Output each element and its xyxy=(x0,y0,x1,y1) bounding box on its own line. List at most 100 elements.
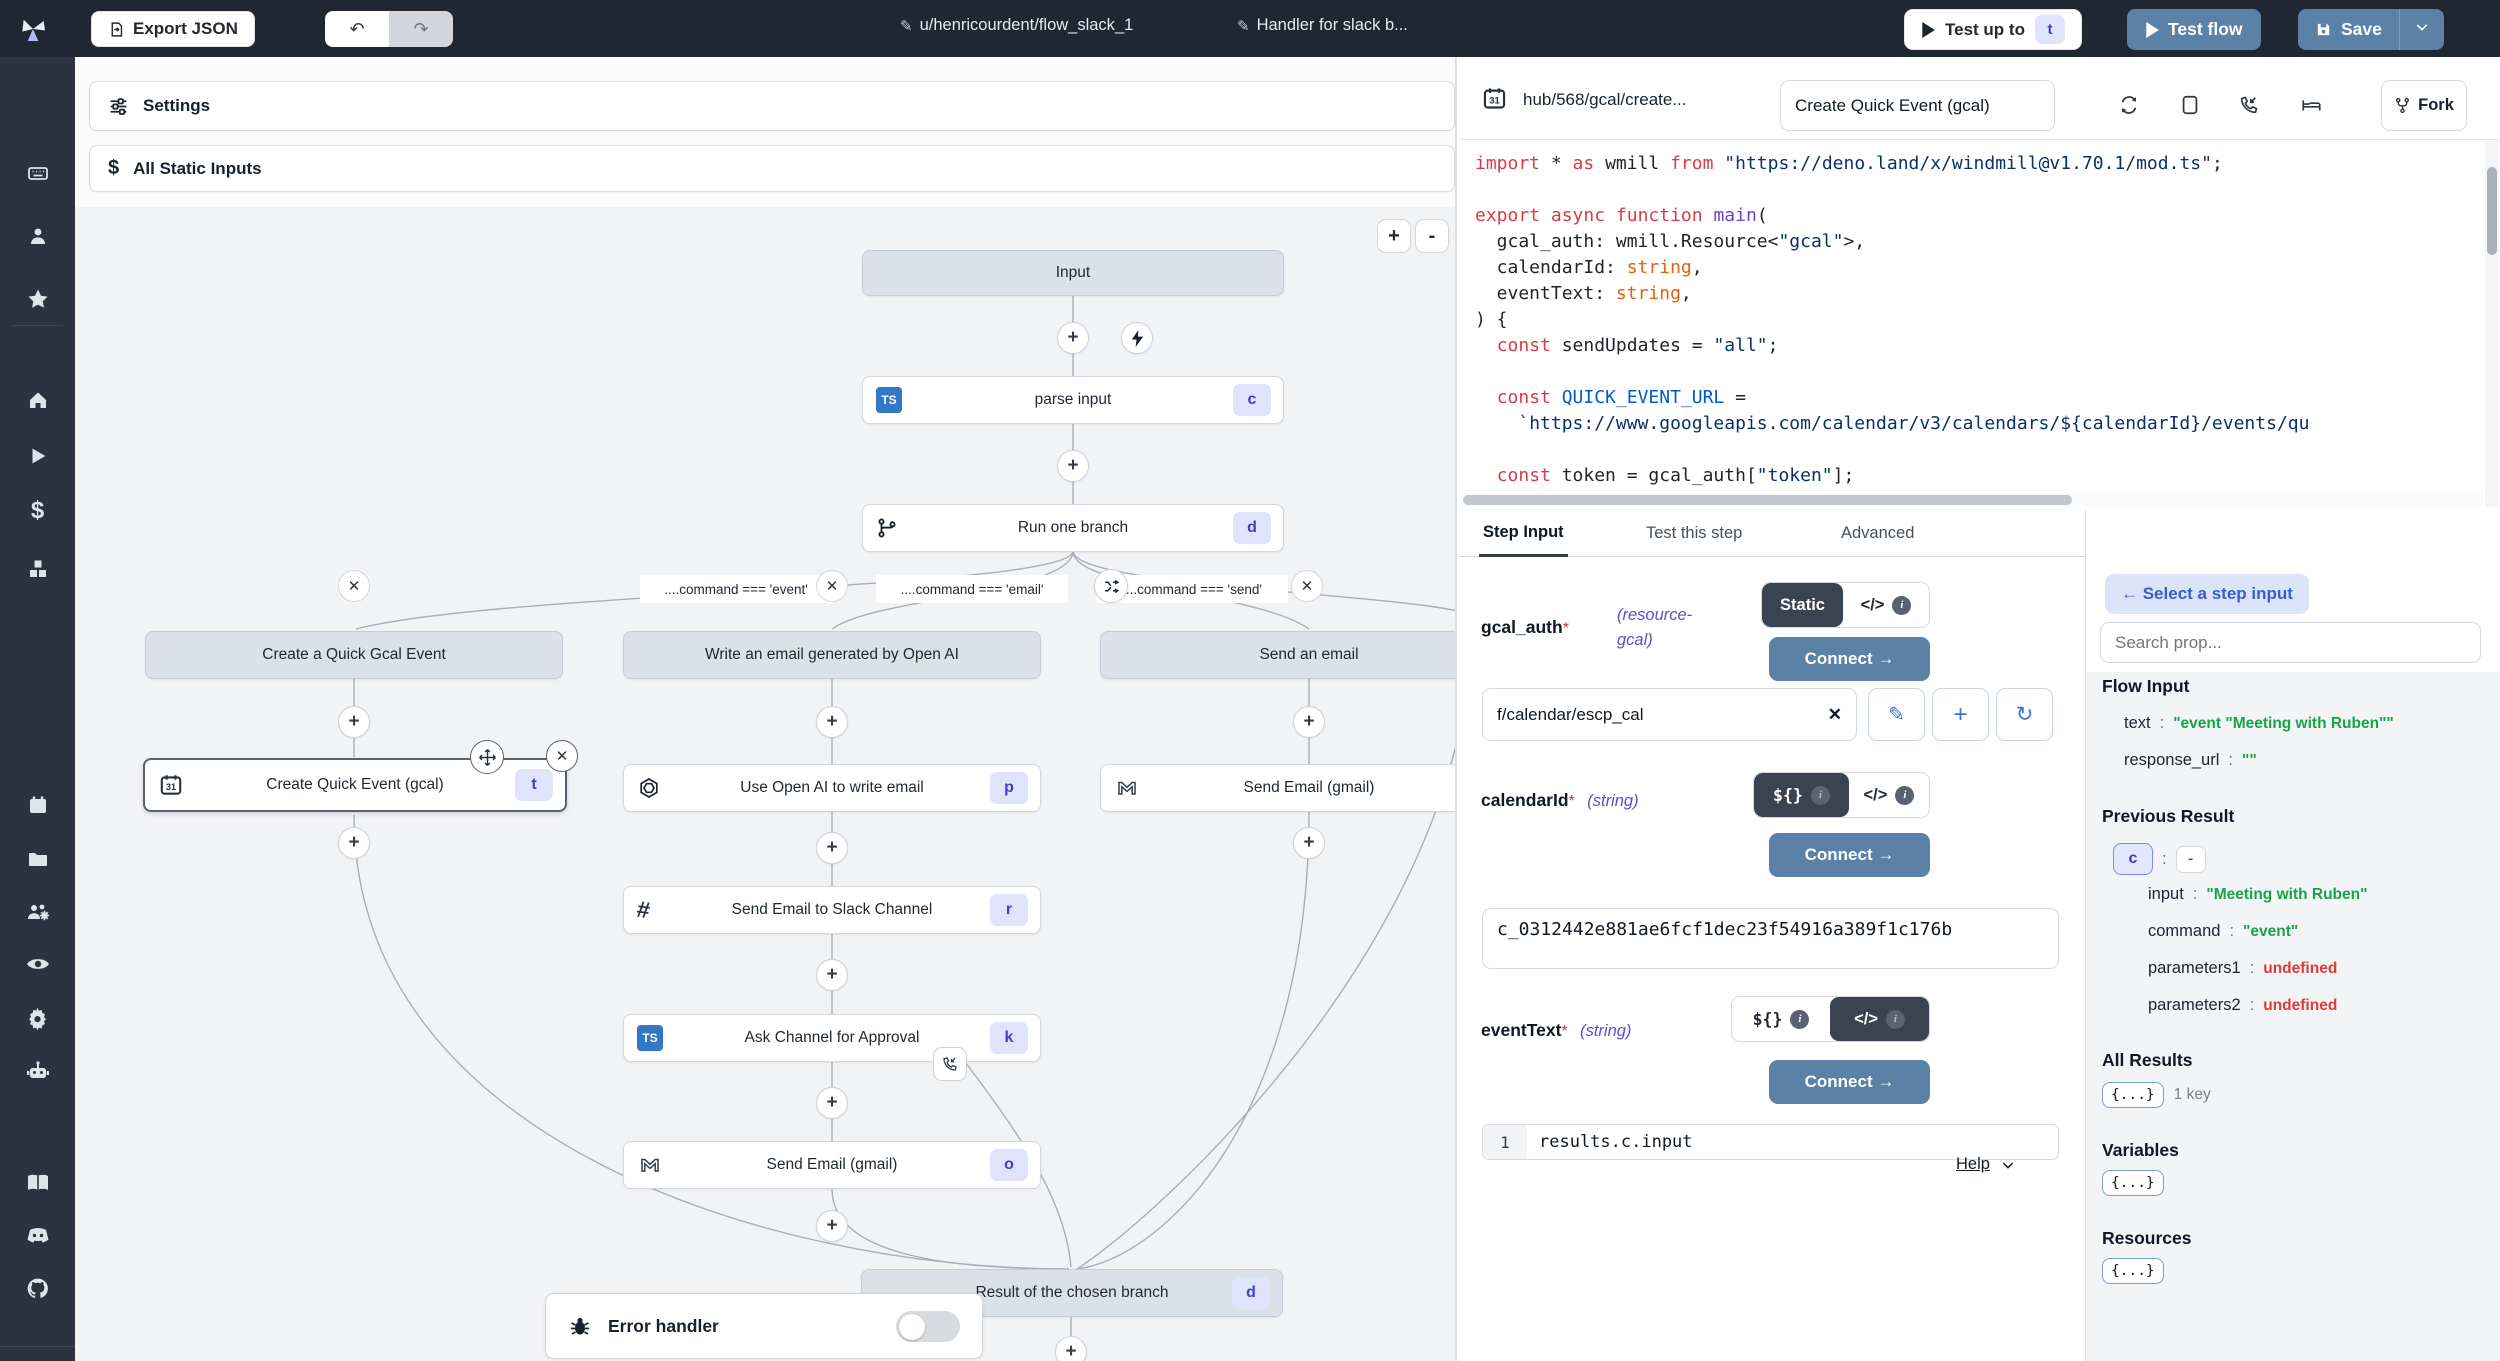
prop-row[interactable]: parameters1: undefined xyxy=(2148,959,2337,978)
help-link[interactable]: Help xyxy=(1956,1155,2016,1174)
expand-object-chip[interactable]: {...} xyxy=(2102,1170,2164,1196)
add-step-button[interactable]: + xyxy=(816,832,848,864)
save-dropdown-button[interactable] xyxy=(2400,19,2444,40)
branch-condition[interactable]: ....command === 'event' xyxy=(640,575,832,603)
edit-resource-button[interactable]: ✎ xyxy=(1868,688,1925,741)
sidebar-item-home[interactable] xyxy=(0,380,75,420)
info-icon[interactable]: i xyxy=(1811,786,1830,805)
sleep-button[interactable] xyxy=(2287,83,2335,127)
step-name-input[interactable] xyxy=(1780,80,2055,131)
flow-canvas[interactable]: Settings $ All Static Inputs + - Input +… xyxy=(75,57,1457,1361)
add-step-button[interactable]: + xyxy=(816,1087,848,1119)
suspend-button[interactable] xyxy=(2225,83,2273,127)
test-flow-button[interactable]: Test flow xyxy=(2127,9,2261,50)
toggle-code[interactable]: </> i xyxy=(1830,997,1929,1041)
sidebar-item-github[interactable] xyxy=(0,1268,75,1308)
scrollbar-thumb[interactable] xyxy=(2487,167,2497,255)
sidebar-item-runs[interactable] xyxy=(0,436,75,476)
windmill-logo-icon[interactable] xyxy=(17,13,49,50)
redo-button[interactable]: ↷ xyxy=(389,11,453,47)
code-editor[interactable]: import * as wmill from "https://deno.lan… xyxy=(1459,141,2483,493)
sidebar-item-workers[interactable] xyxy=(0,1051,75,1091)
branch-header[interactable]: Create a Quick Gcal Event xyxy=(145,631,563,679)
info-icon[interactable]: i xyxy=(1892,596,1911,615)
sidebar-item-resources[interactable] xyxy=(0,549,75,589)
add-step-button[interactable]: + xyxy=(338,706,370,738)
sidebar-item-discord[interactable] xyxy=(0,1215,75,1255)
early-stop-button[interactable] xyxy=(2166,83,2214,127)
fork-button[interactable]: Fork xyxy=(2381,80,2467,131)
sidebar-item-user[interactable] xyxy=(0,216,75,256)
flow-settings-button[interactable]: Settings xyxy=(89,81,1455,131)
collapse-button[interactable]: - xyxy=(2176,846,2206,873)
error-handler-toggle[interactable] xyxy=(896,1311,960,1342)
add-step-button[interactable]: + xyxy=(1057,450,1089,482)
prop-row[interactable]: response_url: "" xyxy=(2124,751,2257,770)
node-ask-channel-for-approval[interactable]: TS Ask Channel for Approval k xyxy=(623,1014,1041,1062)
calendar-id-connect-button[interactable]: Connect → xyxy=(1769,833,1930,877)
add-resource-button[interactable]: + xyxy=(1932,688,1989,741)
node-parse-input[interactable]: TS parse input c xyxy=(862,376,1284,424)
tab-test-this-step[interactable]: Test this step xyxy=(1642,510,1746,557)
hub-script-path[interactable]: hub/568/gcal/create... xyxy=(1523,90,1687,110)
save-button[interactable]: Save xyxy=(2298,19,2399,40)
node-create-quick-event-selected[interactable]: 31 Create Quick Event (gcal) t xyxy=(143,758,567,812)
sidebar-item-docs[interactable] xyxy=(0,1163,75,1203)
sidebar-item-audit-logs[interactable] xyxy=(0,944,75,984)
reorder-branches-button[interactable] xyxy=(1094,569,1128,603)
toggle-code[interactable]: </> i xyxy=(1849,773,1929,817)
zoom-out-button[interactable]: - xyxy=(1415,219,1449,253)
node-openai-write-email[interactable]: Use Open AI to write email p xyxy=(623,764,1041,812)
retries-button[interactable] xyxy=(2105,83,2153,127)
step-chip[interactable]: c xyxy=(2113,843,2153,875)
sidebar-item-favorites[interactable] xyxy=(0,279,75,319)
sidebar-item-settings[interactable] xyxy=(0,997,75,1037)
delete-node-button[interactable]: ✕ xyxy=(546,740,578,772)
toggle-static[interactable]: Static xyxy=(1762,583,1843,627)
branch-header[interactable]: Write an email generated by Open AI xyxy=(623,631,1041,679)
remove-branch-button[interactable]: ✕ xyxy=(1291,570,1323,602)
export-json-button[interactable]: Export JSON xyxy=(91,11,255,47)
toggle-template[interactable]: ${} i xyxy=(1732,997,1830,1041)
add-step-button[interactable]: + xyxy=(816,706,848,738)
remove-branch-button[interactable]: ✕ xyxy=(816,570,848,602)
node-send-email-gmail-branch2[interactable]: Send Email (gmail) o xyxy=(623,1141,1041,1189)
sidebar-item-folders[interactable] xyxy=(0,839,75,879)
trigger-lightning-button[interactable] xyxy=(1121,322,1153,354)
node-run-one-branch[interactable]: Run one branch d xyxy=(862,504,1284,552)
info-icon[interactable]: i xyxy=(1790,1010,1809,1029)
test-up-to-button[interactable]: Test up to t xyxy=(1904,9,2082,50)
undo-button[interactable]: ↶ xyxy=(325,11,389,47)
all-static-inputs-button[interactable]: $ All Static Inputs xyxy=(89,145,1455,192)
sidebar-item-keyboard[interactable] xyxy=(0,153,75,193)
toggle-template[interactable]: ${} i xyxy=(1754,773,1849,817)
calendar-id-input[interactable]: c_0312442e881ae6fcf1dec23f54916a389f1c17… xyxy=(1482,908,2059,969)
toggle-code[interactable]: </> i xyxy=(1843,583,1929,627)
add-step-button[interactable]: + xyxy=(338,827,370,859)
node-send-email-gmail-branch3[interactable]: Send Email (gmail) xyxy=(1100,764,1457,812)
zoom-in-button[interactable]: + xyxy=(1377,219,1411,253)
move-node-button[interactable] xyxy=(470,740,504,774)
add-step-button[interactable]: + xyxy=(816,1210,848,1242)
scrollbar-thumb[interactable] xyxy=(1463,495,2072,505)
expand-object-chip[interactable]: {...} xyxy=(2102,1258,2164,1284)
sidebar-item-groups[interactable] xyxy=(0,892,75,932)
gcal-auth-resource-input[interactable]: f/calendar/escp_cal ✕ xyxy=(1482,688,1857,741)
prop-row[interactable]: input: "Meeting with Ruben" xyxy=(2148,885,2367,904)
add-step-button[interactable]: + xyxy=(1057,322,1089,354)
add-step-button[interactable]: + xyxy=(1055,1336,1087,1361)
back-to-step-input-button[interactable]: ← Select a step input xyxy=(2105,574,2309,614)
prop-row[interactable]: parameters2: undefined xyxy=(2148,996,2337,1015)
search-prop-input[interactable] xyxy=(2100,622,2481,663)
refresh-resource-button[interactable]: ↻ xyxy=(1996,688,2053,741)
gcal-auth-connect-button[interactable]: Connect → xyxy=(1769,637,1930,681)
info-icon[interactable]: i xyxy=(1886,1010,1905,1029)
remove-branch-button[interactable]: ✕ xyxy=(338,570,370,602)
code-v-scrollbar[interactable] xyxy=(2485,141,2499,507)
flow-path[interactable]: ✎ u/henricourdent/flow_slack_1 xyxy=(900,16,1133,35)
node-flow-input[interactable]: Input xyxy=(862,250,1284,296)
event-text-connect-button[interactable]: Connect → xyxy=(1769,1060,1930,1104)
info-icon[interactable]: i xyxy=(1895,786,1914,805)
code-h-scrollbar[interactable] xyxy=(1459,493,2483,507)
sidebar-item-variables[interactable]: $ xyxy=(0,491,75,531)
